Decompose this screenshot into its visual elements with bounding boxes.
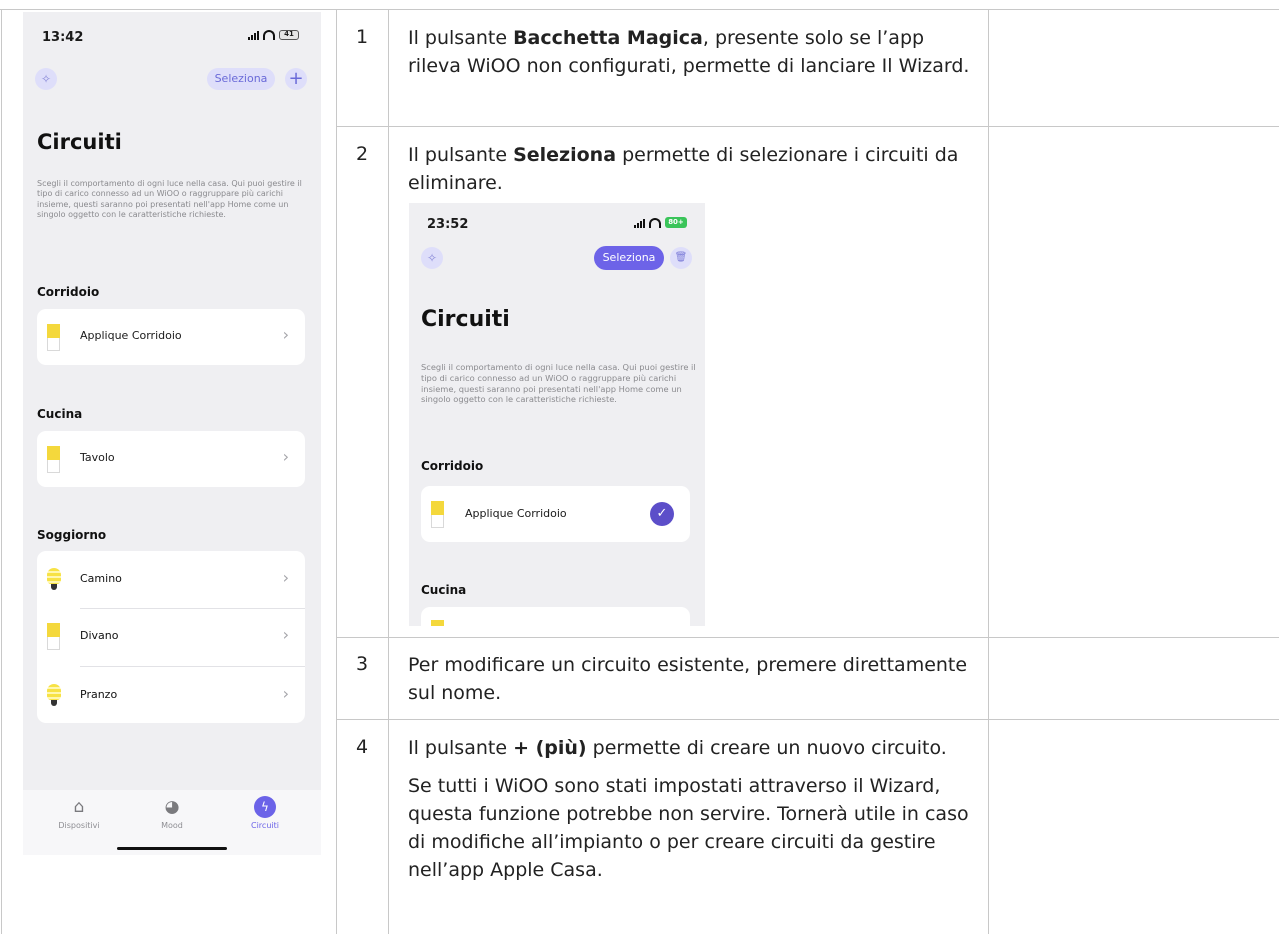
row-text-3: Per modificare un circuito esistente, pr… [408,654,968,704]
circuit-row-pranzo[interactable]: Pranzo › [37,667,305,723]
panel-icon [47,324,60,351]
panel-icon [431,620,444,626]
home-icon: ⌂ [73,797,85,817]
row-text-1: Il pulsante Bacchetta Magica, presente s… [408,24,978,80]
row-text-2: Il pulsante Seleziona permette di selezi… [408,141,978,197]
wifi-icon [649,218,661,228]
tab-label: Dispositivi [58,821,100,830]
circuit-label: Applique Corridoio [465,507,567,520]
page-description: Scegli il comportamento di ogni luce nel… [37,179,302,220]
circuit-label: Tavolo [80,451,115,464]
row-number-2: 2 [356,143,369,165]
trash-icon[interactable]: 🗑 [670,247,692,269]
circuit-label: Divano [80,629,119,642]
circuit-card-partial[interactable] [421,607,690,626]
page-title: Circuiti [37,130,122,154]
row4-para2: Se tutti i WiOO sono stati impostati att… [408,775,969,881]
battery-icon: 41 [279,30,299,40]
circuit-card-cucina[interactable]: Tavolo › [37,431,305,487]
circuit-card[interactable]: Applique Corridoio ✓ [421,486,690,542]
chevron-right-icon: › [282,325,289,344]
col-divider-right [988,9,989,934]
circuit-row-divano[interactable]: Divano › [37,609,305,666]
page-description: Scegli il comportamento di ogni luce nel… [421,362,696,405]
panel-icon [431,501,444,528]
col-divider-left [336,9,337,934]
row-divider-3 [336,719,1279,720]
status-icons: 41 [248,30,299,40]
signal-icon [248,30,259,40]
signal-icon [634,218,645,228]
row-number-4: 4 [356,736,369,758]
plus-button[interactable]: + [285,68,307,90]
tab-label: Circuiti [251,821,279,830]
wifi-icon [263,30,275,40]
select-button[interactable]: Seleziona [594,246,664,270]
bulb-icon [47,684,61,706]
chevron-right-icon: › [282,625,289,644]
select-button[interactable]: Seleziona [207,68,275,90]
row2-pre: Il pulsante [408,144,514,166]
tab-bar: ⌂ Dispositivi ◕ Mood ϟ Circuiti [23,790,321,855]
bulb-icon [47,568,61,590]
status-time: 23:52 [427,217,469,232]
bolt-icon: ϟ [254,796,276,818]
row1-pre: Il pulsante [408,27,514,49]
table-outer-left [1,9,2,934]
row4-pre: Il pulsante [408,737,514,759]
palette-icon: ◕ [164,797,180,817]
panel-icon [47,623,60,650]
magic-wand-button[interactable]: ✧ [35,68,57,90]
chevron-right-icon: › [282,447,289,466]
row-divider-2 [336,637,1279,638]
row-number-1: 1 [356,26,369,48]
row1-bold: Bacchetta Magica [513,27,703,49]
chevron-right-icon: › [282,568,289,587]
checkmark-icon[interactable]: ✓ [650,502,674,526]
circuit-label: Pranzo [80,688,118,701]
circuit-card-corridoio[interactable]: Applique Corridoio › [37,309,305,365]
tab-label: Mood [161,821,183,830]
status-bar: 13:42 41 [23,28,321,50]
circuit-card-soggiorno: Camino › Divano › Pranzo › [37,551,305,723]
battery-icon: 80+ [665,217,687,228]
chevron-right-icon: › [282,684,289,703]
status-bar: 23:52 80+ [409,215,705,237]
section-title-soggiorno: Soggiorno [37,528,107,542]
row4-post: permette di creare un nuovo circuito. [586,737,947,759]
row-number-3: 3 [356,653,369,675]
row-divider-1 [336,126,1279,127]
circuit-label: Applique Corridoio [80,329,182,342]
row4-bold: + (più) [513,737,587,759]
section-title-corridoio: Corridoio [421,459,484,473]
circuits-screenshot: 13:42 41 ✧ Seleziona + Circuiti Scegli i… [23,12,321,855]
home-indicator [117,847,227,850]
selection-mode-screenshot: 23:52 80+ ✧ Seleziona 🗑 Circuiti Scegli … [409,203,705,626]
section-title-cucina: Cucina [37,407,83,421]
status-time: 13:42 [42,30,84,45]
col-divider-num [388,9,389,934]
panel-icon [47,446,60,473]
page-title: Circuiti [421,307,510,332]
circuit-row-camino[interactable]: Camino › [37,551,305,608]
table-top-border [0,9,1279,10]
row-text-4: Il pulsante + (più) permette di creare u… [408,734,978,884]
circuit-label: Camino [80,572,122,585]
magic-wand-button[interactable]: ✧ [421,247,443,269]
row2-bold: Seleziona [513,144,617,166]
status-icons: 80+ [634,217,687,228]
section-title-cucina: Cucina [421,583,467,597]
section-title-corridoio: Corridoio [37,285,100,299]
row4-para1: Il pulsante + (più) permette di creare u… [408,734,978,762]
